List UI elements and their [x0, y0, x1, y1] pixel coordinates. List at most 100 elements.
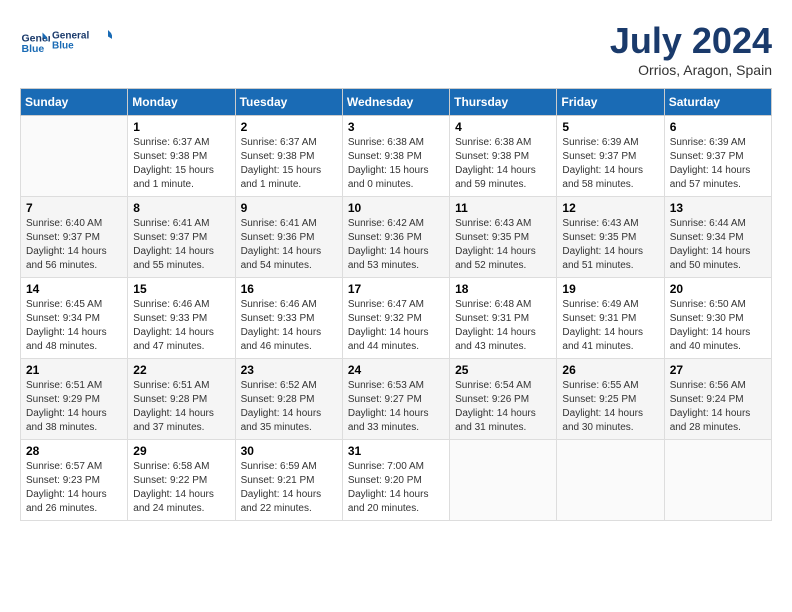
day-number: 16 — [241, 282, 337, 296]
day-number: 14 — [26, 282, 122, 296]
day-info: Sunrise: 6:43 AMSunset: 9:35 PMDaylight:… — [562, 217, 658, 273]
day-info: Sunrise: 6:38 AMSunset: 9:38 PMDaylight:… — [348, 136, 444, 192]
calendar-week-1: 7 Sunrise: 6:40 AMSunset: 9:37 PMDaylight… — [21, 197, 772, 278]
calendar-cell: 10 Sunrise: 6:42 AMSunset: 9:36 PMDayligh… — [342, 197, 449, 278]
day-info: Sunrise: 6:55 AMSunset: 9:25 PMDaylight:… — [562, 379, 658, 435]
day-number: 4 — [455, 120, 551, 134]
day-number: 22 — [133, 363, 229, 377]
calendar-cell: 13 Sunrise: 6:44 AMSunset: 9:34 PMDayligh… — [664, 197, 771, 278]
calendar-cell: 21 Sunrise: 6:51 AMSunset: 9:29 PMDayligh… — [21, 359, 128, 440]
header-row: SundayMondayTuesdayWednesdayThursdayFrid… — [21, 89, 772, 116]
calendar-cell: 24 Sunrise: 6:53 AMSunset: 9:27 PMDayligh… — [342, 359, 449, 440]
day-number: 9 — [241, 201, 337, 215]
calendar-cell — [664, 440, 771, 521]
calendar-cell: 12Sunrise: 6:43 AMSunset: 9:35 PMDayligh… — [557, 197, 664, 278]
day-info: Sunrise: 6:53 AMSunset: 9:27 PMDaylight:… — [348, 379, 444, 435]
day-number: 15 — [133, 282, 229, 296]
day-info: Sunrise: 6:58 AMSunset: 9:22 PMDaylight:… — [133, 460, 229, 516]
day-info: Sunrise: 6:41 AMSunset: 9:37 PMDaylight:… — [133, 217, 229, 273]
day-info: Sunrise: 6:50 AMSunset: 9:30 PMDaylight:… — [670, 298, 766, 354]
calendar-cell: 19 Sunrise: 6:49 AMSunset: 9:31 PMDayligh… — [557, 278, 664, 359]
calendar-cell: 5Sunrise: 6:39 AMSunset: 9:37 PMDaylight… — [557, 116, 664, 197]
day-number: 25 — [455, 363, 551, 377]
header-day-sunday: Sunday — [21, 89, 128, 116]
calendar-cell — [21, 116, 128, 197]
day-number: 30 — [241, 444, 337, 458]
day-info: Sunrise: 6:39 AMSunset: 9:37 PMDaylight:… — [670, 136, 766, 192]
day-number: 29 — [133, 444, 229, 458]
calendar-cell: 11 Sunrise: 6:43 AMSunset: 9:35 PMDayligh… — [450, 197, 557, 278]
calendar-cell — [557, 440, 664, 521]
calendar-cell: 4 Sunrise: 6:38 AMSunset: 9:38 PMDaylight… — [450, 116, 557, 197]
day-info: Sunrise: 6:51 AMSunset: 9:28 PMDaylight:… — [133, 379, 229, 435]
day-number: 23 — [241, 363, 337, 377]
day-info: Sunrise: 6:52 AMSunset: 9:28 PMDaylight:… — [241, 379, 337, 435]
calendar-cell: 31Sunrise: 7:00 AMSunset: 9:20 PMDayligh… — [342, 440, 449, 521]
calendar-cell: 29 Sunrise: 6:58 AMSunset: 9:22 PMDayligh… — [128, 440, 235, 521]
day-number: 17 — [348, 282, 444, 296]
svg-text:Blue: Blue — [52, 41, 74, 52]
day-number: 20 — [670, 282, 766, 296]
day-number: 18 — [455, 282, 551, 296]
title-block: July 2024 Orrios, Aragon, Spain — [610, 20, 772, 78]
calendar-cell: 8 Sunrise: 6:41 AMSunset: 9:37 PMDaylight… — [128, 197, 235, 278]
svg-text:Blue: Blue — [22, 43, 45, 55]
header-day-monday: Monday — [128, 89, 235, 116]
header-day-wednesday: Wednesday — [342, 89, 449, 116]
day-info: Sunrise: 6:51 AMSunset: 9:29 PMDaylight:… — [26, 379, 122, 435]
calendar-cell: 30Sunrise: 6:59 AMSunset: 9:21 PMDayligh… — [235, 440, 342, 521]
page-header: General Blue General Blue July 2024 Orri… — [20, 20, 772, 78]
header-day-friday: Friday — [557, 89, 664, 116]
day-number: 21 — [26, 363, 122, 377]
day-info: Sunrise: 6:46 AMSunset: 9:33 PMDaylight:… — [133, 298, 229, 354]
calendar-cell: 18Sunrise: 6:48 AMSunset: 9:31 PMDayligh… — [450, 278, 557, 359]
location: Orrios, Aragon, Spain — [610, 62, 772, 78]
day-info: Sunrise: 6:47 AMSunset: 9:32 PMDaylight:… — [348, 298, 444, 354]
header-day-thursday: Thursday — [450, 89, 557, 116]
calendar-cell: 22 Sunrise: 6:51 AMSunset: 9:28 PMDayligh… — [128, 359, 235, 440]
header-day-saturday: Saturday — [664, 89, 771, 116]
calendar-cell: 20 Sunrise: 6:50 AMSunset: 9:30 PMDayligh… — [664, 278, 771, 359]
day-info: Sunrise: 6:40 AMSunset: 9:37 PMDaylight:… — [26, 217, 122, 273]
day-number: 19 — [562, 282, 658, 296]
calendar-week-2: 14 Sunrise: 6:45 AMSunset: 9:34 PMDayligh… — [21, 278, 772, 359]
calendar-cell: 26 Sunrise: 6:55 AMSunset: 9:25 PMDayligh… — [557, 359, 664, 440]
day-info: Sunrise: 6:41 AMSunset: 9:36 PMDaylight:… — [241, 217, 337, 273]
calendar-cell: 25Sunrise: 6:54 AMSunset: 9:26 PMDayligh… — [450, 359, 557, 440]
day-info: Sunrise: 6:49 AMSunset: 9:31 PMDaylight:… — [562, 298, 658, 354]
day-number: 8 — [133, 201, 229, 215]
calendar-cell: 3Sunrise: 6:38 AMSunset: 9:38 PMDaylight… — [342, 116, 449, 197]
calendar-cell — [450, 440, 557, 521]
month-title: July 2024 — [610, 20, 772, 62]
day-info: Sunrise: 6:44 AMSunset: 9:34 PMDaylight:… — [670, 217, 766, 273]
day-number: 13 — [670, 201, 766, 215]
day-info: Sunrise: 6:57 AMSunset: 9:23 PMDaylight:… — [26, 460, 122, 516]
day-info: Sunrise: 6:38 AMSunset: 9:38 PMDaylight:… — [455, 136, 551, 192]
day-number: 7 — [26, 201, 122, 215]
calendar-cell: 14 Sunrise: 6:45 AMSunset: 9:34 PMDayligh… — [21, 278, 128, 359]
svg-text:General: General — [52, 31, 89, 42]
calendar-cell: 15 Sunrise: 6:46 AMSunset: 9:33 PMDayligh… — [128, 278, 235, 359]
day-info: Sunrise: 6:43 AMSunset: 9:35 PMDaylight:… — [455, 217, 551, 273]
calendar-table: SundayMondayTuesdayWednesdayThursdayFrid… — [20, 88, 772, 521]
day-info: Sunrise: 6:45 AMSunset: 9:34 PMDaylight:… — [26, 298, 122, 354]
day-number: 24 — [348, 363, 444, 377]
day-number: 27 — [670, 363, 766, 377]
logo: General Blue General Blue — [20, 20, 112, 60]
calendar-cell: 28Sunrise: 6:57 AMSunset: 9:23 PMDayligh… — [21, 440, 128, 521]
day-info: Sunrise: 6:39 AMSunset: 9:37 PMDaylight:… — [562, 136, 658, 192]
logo-icon: General Blue — [20, 25, 50, 55]
day-number: 26 — [562, 363, 658, 377]
calendar-cell: 7 Sunrise: 6:40 AMSunset: 9:37 PMDaylight… — [21, 197, 128, 278]
day-info: Sunrise: 6:42 AMSunset: 9:36 PMDaylight:… — [348, 217, 444, 273]
day-info: Sunrise: 6:37 AMSunset: 9:38 PMDaylight:… — [133, 136, 229, 192]
calendar-cell: 23 Sunrise: 6:52 AMSunset: 9:28 PMDayligh… — [235, 359, 342, 440]
day-number: 11 — [455, 201, 551, 215]
calendar-cell: 6 Sunrise: 6:39 AMSunset: 9:37 PMDaylight… — [664, 116, 771, 197]
day-info: Sunrise: 6:46 AMSunset: 9:33 PMDaylight:… — [241, 298, 337, 354]
calendar-cell: 27Sunrise: 6:56 AMSunset: 9:24 PMDayligh… — [664, 359, 771, 440]
day-number: 6 — [670, 120, 766, 134]
day-number: 10 — [348, 201, 444, 215]
day-number: 2 — [241, 120, 337, 134]
day-info: Sunrise: 7:00 AMSunset: 9:20 PMDaylight:… — [348, 460, 444, 516]
